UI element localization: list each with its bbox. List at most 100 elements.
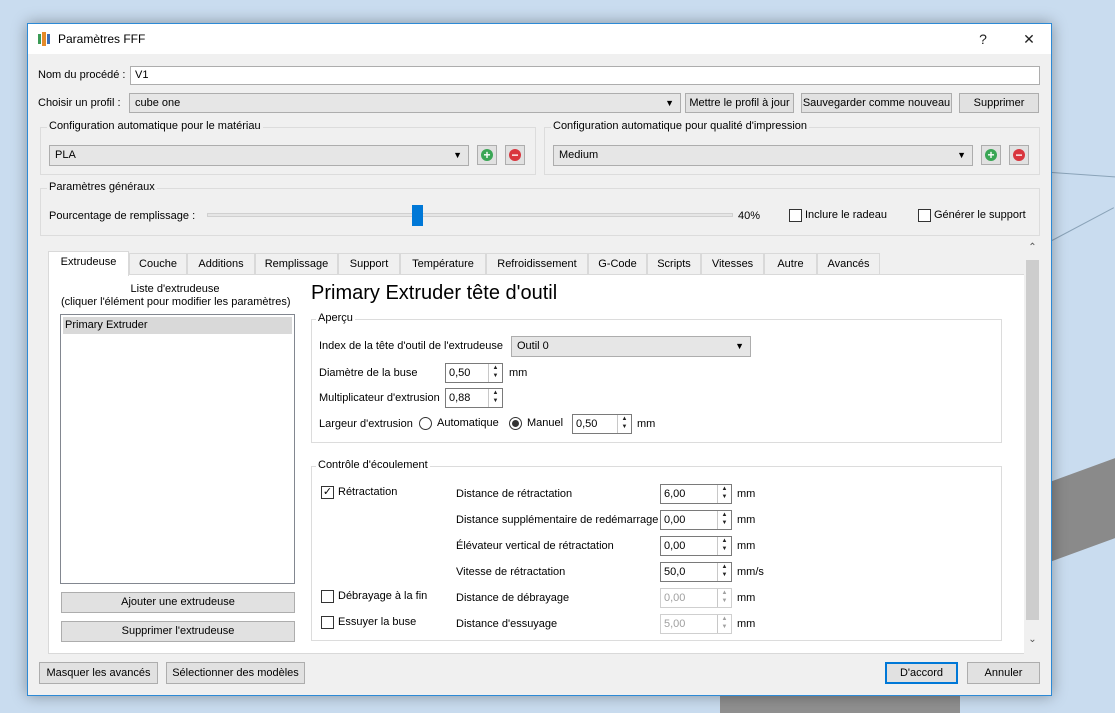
overview-title: Aperçu xyxy=(316,312,355,324)
quality-dropdown[interactable]: Medium ▼ xyxy=(553,145,973,166)
plus-circle-icon: + xyxy=(985,149,997,161)
retraction-speed-label: Vitesse de rétractation xyxy=(456,566,566,578)
raft-label: Inclure le radeau xyxy=(805,209,887,221)
tab-refroidissement[interactable]: Refroidissement xyxy=(486,253,588,275)
infill-slider-handle[interactable] xyxy=(412,205,423,226)
tab-extrudeuse[interactable]: Extrudeuse xyxy=(48,251,129,276)
tab-temperature[interactable]: Température xyxy=(400,253,486,275)
infill-value: 40% xyxy=(738,210,761,222)
extrusion-multiplier-value: 0,88 xyxy=(449,392,471,404)
nozzle-diameter-spinbox[interactable]: 0,50 ▲ ▼ xyxy=(445,363,503,383)
tab-autre[interactable]: Autre xyxy=(764,253,817,275)
spin-arrows-icon[interactable]: ▲ ▼ xyxy=(488,364,502,382)
profile-dropdown[interactable]: cube one ▼ xyxy=(129,93,681,113)
spin-arrows-icon[interactable]: ▲ ▼ xyxy=(717,563,731,581)
select-models-button[interactable]: Sélectionner des modèles xyxy=(166,662,305,684)
flow-control-group: Contrôle d'écoulement ✓ Rétractation Déb… xyxy=(311,459,1002,641)
material-dropdown[interactable]: PLA ▼ xyxy=(49,145,469,166)
tab-scripts[interactable]: Scripts xyxy=(647,253,701,275)
spin-arrows-icon[interactable]: ▲ ▼ xyxy=(617,415,631,433)
tab-remplissage[interactable]: Remplissage xyxy=(255,253,338,275)
remove-extruder-button[interactable]: Supprimer l'extrudeuse xyxy=(61,621,295,642)
title-bar: Paramètres FFF ? ✕ xyxy=(28,24,1051,54)
material-group-title: Configuration automatique pour le matéri… xyxy=(47,120,263,132)
coast-distance-label: Distance de débrayage xyxy=(456,592,570,604)
scroll-up-icon[interactable]: ⌃ xyxy=(1024,242,1041,253)
retraction-speed-value: 50,0 xyxy=(664,566,686,578)
raft-checkbox[interactable] xyxy=(789,209,802,222)
retraction-label: Rétractation xyxy=(338,486,398,498)
chevron-down-icon: ▼ xyxy=(735,341,744,351)
vertical-lift-label: Élévateur vertical de rétractation xyxy=(456,540,614,552)
help-button[interactable]: ? xyxy=(960,24,1006,54)
extruder-tab-panel: Liste d'extrudeuse (cliquer l'élément po… xyxy=(48,274,1025,654)
window-title: Paramètres FFF xyxy=(58,32,146,46)
spin-arrows-icon[interactable]: ▲ ▼ xyxy=(717,511,731,529)
process-name-input[interactable]: V1 xyxy=(130,66,1040,85)
wipe-distance-spinbox[interactable]: 5,00 ▲ ▼ xyxy=(660,614,732,634)
scroll-thumb[interactable] xyxy=(1026,260,1039,620)
tool-index-value: Outil 0 xyxy=(517,340,549,352)
tab-support[interactable]: Support xyxy=(338,253,400,275)
general-settings-group: Paramètres généraux Pourcentage de rempl… xyxy=(40,181,1040,236)
spin-arrows-icon[interactable]: ▲ ▼ xyxy=(717,615,731,633)
add-extruder-button[interactable]: Ajouter une extrudeuse xyxy=(61,592,295,613)
add-material-button[interactable]: + xyxy=(477,145,497,165)
extrusion-multiplier-spinbox[interactable]: 0,88 ▲ ▼ xyxy=(445,388,503,408)
overview-group: Aperçu Index de la tête d'outil de l'ext… xyxy=(311,312,1002,443)
coast-distance-spinbox[interactable]: 0,00 ▲ ▼ xyxy=(660,588,732,608)
retraction-speed-spinbox[interactable]: 50,0 ▲ ▼ xyxy=(660,562,732,582)
extrusion-width-spinbox[interactable]: 0,50 ▲ ▼ xyxy=(572,414,632,434)
close-button[interactable]: ✕ xyxy=(1006,24,1052,54)
cancel-button[interactable]: Annuler xyxy=(967,662,1040,684)
wipe-distance-unit: mm xyxy=(737,618,756,630)
tab-avances[interactable]: Avancés xyxy=(817,253,880,275)
add-quality-button[interactable]: + xyxy=(981,145,1001,165)
vertical-scrollbar[interactable]: ⌃ ⌄ xyxy=(1024,242,1041,654)
remove-material-button[interactable]: − xyxy=(505,145,525,165)
delete-profile-button[interactable]: Supprimer xyxy=(959,93,1039,113)
tool-index-label: Index de la tête d'outil de l'extrudeuse xyxy=(319,340,503,352)
extrusion-multiplier-label: Multiplicateur d'extrusion xyxy=(319,392,440,404)
tab-vitesses[interactable]: Vitesses xyxy=(701,253,764,275)
manual-width-radio[interactable] xyxy=(509,417,522,430)
material-value: PLA xyxy=(55,149,76,161)
tab-additions[interactable]: Additions xyxy=(187,253,255,275)
wipe-label: Essuyer la buse xyxy=(338,616,417,628)
auto-width-radio[interactable] xyxy=(419,417,432,430)
save-as-new-button[interactable]: Sauvegarder comme nouveau xyxy=(801,93,952,113)
spin-arrows-icon[interactable]: ▲ ▼ xyxy=(717,589,731,607)
manual-width-label: Manuel xyxy=(527,417,564,429)
update-profile-button[interactable]: Mettre le profil à jour xyxy=(685,93,794,113)
hide-advanced-button[interactable]: Masquer les avancés xyxy=(39,662,158,684)
spin-arrows-icon[interactable]: ▲ ▼ xyxy=(717,485,731,503)
extruder-list[interactable]: Primary Extruder xyxy=(60,314,295,584)
vertical-lift-spinbox[interactable]: 0,00 ▲ ▼ xyxy=(660,536,732,556)
wipe-checkbox[interactable] xyxy=(321,616,334,629)
wipe-distance-label: Distance d'essuyage xyxy=(456,618,558,630)
retraction-checkbox[interactable]: ✓ xyxy=(321,486,334,499)
scroll-down-icon[interactable]: ⌄ xyxy=(1024,634,1041,645)
auto-width-label: Automatique xyxy=(437,417,499,429)
profile-label: Choisir un profil : xyxy=(38,97,121,109)
support-label: Générer le support xyxy=(934,209,1026,221)
spin-arrows-icon[interactable]: ▲ ▼ xyxy=(488,389,502,407)
infill-slider-track[interactable] xyxy=(207,213,733,217)
extra-restart-unit: mm xyxy=(737,514,756,526)
tab-gcode[interactable]: G-Code xyxy=(588,253,647,275)
retraction-distance-value: 6,00 xyxy=(664,488,686,500)
coast-checkbox[interactable] xyxy=(321,590,334,603)
quality-group: Configuration automatique pour qualité d… xyxy=(544,120,1040,175)
process-name-label: Nom du procédé : xyxy=(38,69,126,81)
remove-quality-button[interactable]: − xyxy=(1009,145,1029,165)
support-checkbox[interactable] xyxy=(918,209,931,222)
spin-arrows-icon[interactable]: ▲ ▼ xyxy=(717,537,731,555)
extruder-heading: Primary Extruder tête d'outil xyxy=(311,282,558,304)
extra-restart-spinbox[interactable]: 0,00 ▲ ▼ xyxy=(660,510,732,530)
fff-settings-dialog: Paramètres FFF ? ✕ Nom du procédé : V1 C… xyxy=(27,23,1052,696)
tab-couche[interactable]: Couche xyxy=(129,253,187,275)
retraction-distance-spinbox[interactable]: 6,00 ▲ ▼ xyxy=(660,484,732,504)
tool-index-dropdown[interactable]: Outil 0 ▼ xyxy=(511,336,751,357)
list-item[interactable]: Primary Extruder xyxy=(63,317,292,334)
ok-button[interactable]: D'accord xyxy=(885,662,958,684)
